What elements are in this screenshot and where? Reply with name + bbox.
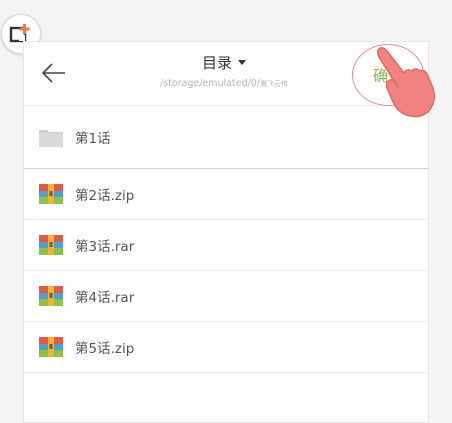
list-item-label: 第5话.zip xyxy=(75,341,135,357)
page-title: 目录 xyxy=(201,54,232,72)
file-list: 第1话 第2话.zip 第3话.rar 第4话.rar 第5话.zip xyxy=(24,106,428,373)
caret-down-icon xyxy=(238,60,246,65)
list-item[interactable]: 第5话.zip xyxy=(24,322,428,373)
list-item-label: 第4话.rar xyxy=(75,290,135,306)
list-item-label: 第2话.zip xyxy=(75,188,135,204)
archive-icon xyxy=(38,336,64,358)
back-button[interactable] xyxy=(40,59,68,87)
current-path: /storage/emulated/0/鹰飞云传 xyxy=(124,78,324,89)
archive-icon xyxy=(38,234,64,256)
path-text: /storage/emulated/0/ xyxy=(159,78,261,89)
list-item-label: 第1话 xyxy=(75,131,111,147)
list-item-label: 第3话.rar xyxy=(75,239,135,255)
folder-icon xyxy=(38,126,64,148)
list-item[interactable]: 第2话.zip xyxy=(24,169,428,220)
title-block: 目录 /storage/emulated/0/鹰飞云传 xyxy=(124,52,324,89)
back-arrow-icon xyxy=(41,63,65,83)
archive-icon xyxy=(38,183,64,205)
pointing-hand-icon xyxy=(377,47,435,118)
path-folder-text: 鹰飞云传 xyxy=(260,80,289,88)
archive-icon xyxy=(38,285,64,307)
directory-dropdown[interactable]: 目录 xyxy=(124,52,324,73)
list-item[interactable]: 第4话.rar xyxy=(24,271,428,322)
list-item[interactable]: 第3话.rar xyxy=(24,220,428,271)
